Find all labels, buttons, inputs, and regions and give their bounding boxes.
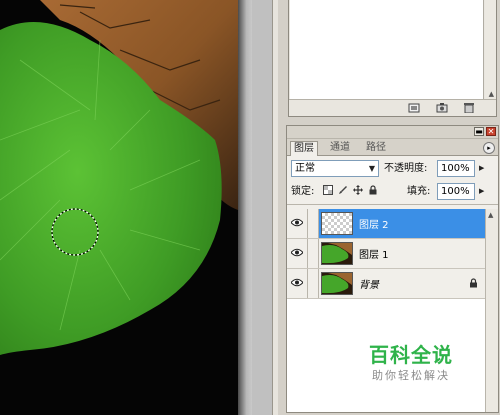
lock-label: 锁定: bbox=[291, 186, 315, 197]
tab-paths[interactable]: 路径 bbox=[363, 141, 389, 155]
new-snapshot-icon[interactable] bbox=[408, 102, 420, 113]
watermark-title: 百科全说 bbox=[369, 343, 453, 367]
brush-icon[interactable] bbox=[338, 185, 348, 195]
blend-row: 正常 ▼ 不透明度: 100% ▶ bbox=[287, 156, 498, 180]
eye-icon bbox=[291, 218, 303, 227]
camera-icon[interactable] bbox=[436, 102, 448, 113]
layer-thumbnail bbox=[321, 242, 353, 265]
link-cell[interactable] bbox=[308, 269, 319, 298]
watermark: 百科全说 助你轻松解决 bbox=[347, 330, 475, 388]
close-icon[interactable]: ✕ bbox=[486, 127, 496, 136]
visibility-toggle[interactable] bbox=[287, 239, 308, 268]
eye-icon bbox=[291, 248, 303, 257]
link-cell[interactable] bbox=[308, 239, 319, 268]
fill-input[interactable]: 100% bbox=[437, 183, 475, 200]
scroll-up-arrow-icon[interactable]: ▲ bbox=[488, 211, 493, 219]
visibility-toggle[interactable] bbox=[287, 209, 308, 238]
panel-menu-icon[interactable]: ▸ bbox=[483, 142, 495, 154]
thumbnail-image bbox=[322, 243, 352, 264]
link-cell[interactable] bbox=[308, 209, 319, 238]
move-icon[interactable] bbox=[353, 185, 363, 195]
opacity-slider-arrow-icon[interactable]: ▶ bbox=[479, 160, 487, 177]
lock-icon bbox=[470, 278, 477, 288]
lock-row: 锁定: 填充: 100% ▶ bbox=[287, 180, 498, 205]
panel-titlebar[interactable]: ▬ ✕ bbox=[287, 126, 498, 139]
layer-name: 图层 2 bbox=[359, 220, 389, 231]
watermark-subtitle: 助你轻松解决 bbox=[372, 369, 450, 382]
layer-name: 图层 1 bbox=[359, 250, 389, 261]
opacity-label: 不透明度: bbox=[384, 163, 428, 174]
canvas-image bbox=[0, 0, 238, 415]
blend-mode-select[interactable]: 正常 ▼ bbox=[291, 160, 379, 177]
fill-slider-arrow-icon[interactable]: ▶ bbox=[479, 183, 487, 200]
panel-tabs: 图层 通道 路径 ▸ bbox=[287, 139, 498, 156]
tab-channels[interactable]: 通道 bbox=[327, 141, 353, 155]
eye-icon bbox=[291, 278, 303, 287]
history-panel: ▲ bbox=[288, 0, 497, 117]
workspace-background bbox=[252, 0, 272, 415]
trash-icon[interactable] bbox=[463, 102, 475, 113]
minimize-icon[interactable]: ▬ bbox=[474, 127, 484, 136]
lock-transparency-icon[interactable] bbox=[323, 185, 333, 195]
tab-layers[interactable]: 图层 bbox=[290, 141, 318, 156]
layer-row[interactable]: 图层 2 bbox=[287, 209, 486, 239]
history-scrollbar[interactable]: ▲ bbox=[485, 0, 496, 101]
layers-scrollbar[interactable]: ▲ bbox=[485, 209, 498, 412]
layer-name: 背景 bbox=[359, 280, 379, 291]
canvas-shadow bbox=[238, 0, 252, 415]
chevron-down-icon: ▼ bbox=[368, 164, 375, 173]
layer-row[interactable]: 图层 1 bbox=[287, 239, 486, 269]
layer-row[interactable]: 背景 bbox=[287, 269, 486, 299]
layer-body[interactable]: 图层 2 bbox=[319, 209, 486, 238]
thumbnail-image bbox=[322, 273, 352, 294]
fill-label: 填充: bbox=[407, 186, 431, 197]
layer-body[interactable]: 背景 bbox=[319, 269, 486, 298]
history-list[interactable] bbox=[290, 0, 484, 101]
visibility-toggle[interactable] bbox=[287, 269, 308, 298]
blend-mode-value: 正常 bbox=[295, 163, 315, 174]
document-canvas[interactable] bbox=[0, 0, 238, 415]
opacity-input[interactable]: 100% bbox=[437, 160, 475, 177]
layer-thumbnail bbox=[321, 212, 353, 235]
history-toolbar bbox=[289, 99, 496, 116]
layer-thumbnail bbox=[321, 272, 353, 295]
scroll-up-arrow-icon[interactable]: ▲ bbox=[489, 90, 494, 98]
layer-body[interactable]: 图层 1 bbox=[319, 239, 486, 268]
lock-icon[interactable] bbox=[368, 185, 378, 195]
